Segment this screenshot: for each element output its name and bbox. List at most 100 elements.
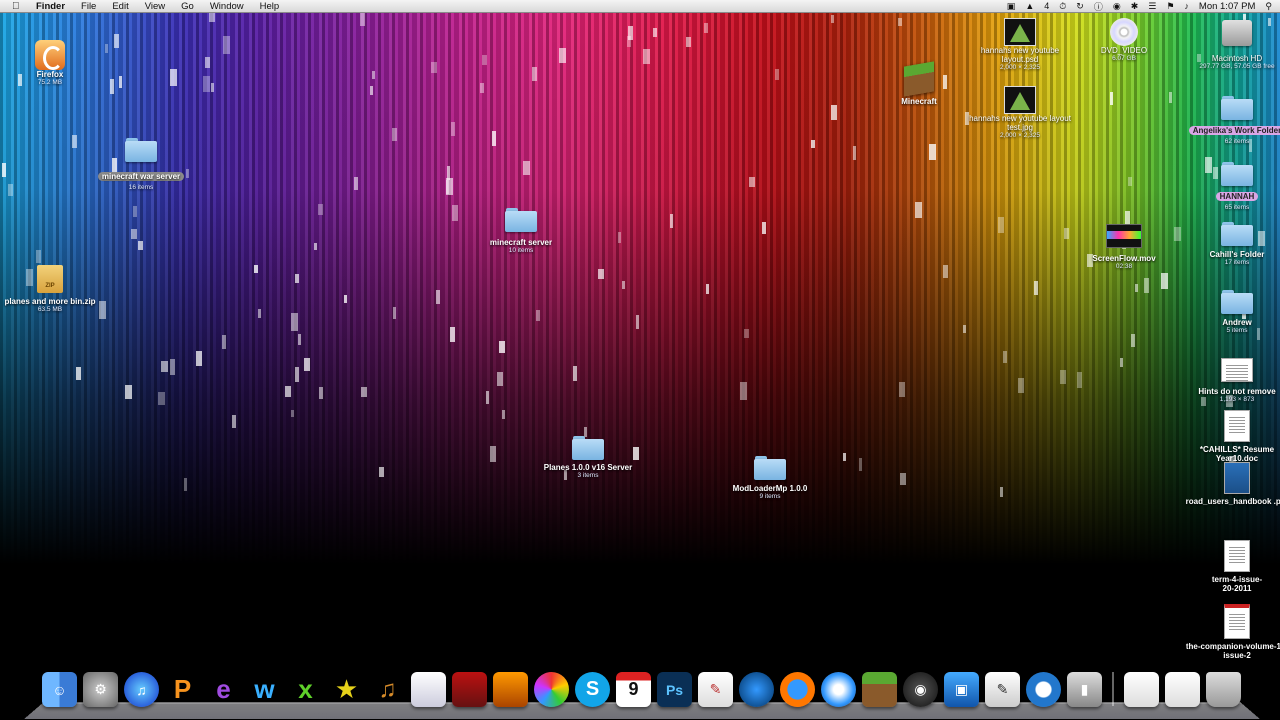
dvd-disc-icon [1110, 18, 1138, 46]
menu-file[interactable]: File [81, 1, 96, 12]
wallpaper-sparkle [643, 49, 650, 64]
garageband-icon[interactable]: ♫ [370, 672, 405, 707]
e-app-icon[interactable]: e [206, 672, 241, 707]
wallpaper-sparkle [203, 76, 210, 92]
desktop-folder-modloader[interactable]: ModLoaderMp 1.0.0 9 items [715, 456, 825, 501]
menu-clock[interactable]: Mon 1:07 PM [1199, 1, 1256, 12]
desktop-file-screenflow[interactable]: ScreenFlow.mov 02:38 [1069, 224, 1179, 271]
wallpaper-sparkle [559, 48, 566, 63]
dashboard-icon[interactable]: ◉ [903, 672, 938, 707]
desktop-folder-planes-server[interactable]: Planes 1.0.0 v16 Server 3 items [533, 436, 643, 480]
desktop-file-layout-psd[interactable]: hannahs new youtube layout.psd 2,000 × 2… [965, 18, 1075, 72]
pdf-document-icon [1224, 462, 1250, 494]
desktop-file-road-users[interactable]: road_users_handbook .pdf [1182, 462, 1280, 506]
wallpaper-sparkle [740, 382, 747, 400]
desktop-file-term4[interactable]: term-4-issue-20-2011 [1182, 540, 1280, 593]
zip-archive-icon: ZIP [37, 265, 63, 293]
wallpaper-sparkle [318, 204, 323, 215]
x-app-icon[interactable]: x [288, 672, 323, 707]
time-machine-icon[interactable]: ⏱ [1059, 1, 1066, 12]
wallpaper-sparkle [138, 241, 143, 250]
itunes-icon[interactable]: ♫ [124, 672, 159, 707]
wallpaper-sparkle [686, 37, 691, 47]
bluetooth-icon[interactable]: ✱ [1131, 1, 1139, 12]
menu-window[interactable]: Window [210, 1, 244, 12]
safari-icon[interactable]: ✦ [821, 672, 856, 707]
desktop-icon-firefox[interactable]: Firefox 75.2 MB [0, 40, 105, 87]
desktop-folder-hannah[interactable]: HANNAH 65 items [1182, 162, 1280, 212]
firefox-icon[interactable] [780, 672, 815, 707]
desktop-file-resume[interactable]: *CAHILLS* Resume Year10.doc [1182, 410, 1280, 463]
desktop-file-layout-jpg[interactable]: hannahs new youtube layout test.jpg 2,00… [965, 86, 1075, 140]
w-app-icon[interactable]: w [247, 672, 282, 707]
wallpaper-sparkle [254, 265, 258, 273]
imovie-icon[interactable]: ★ [329, 672, 364, 707]
photo-booth-icon[interactable] [452, 672, 487, 707]
menu-view[interactable]: View [145, 1, 165, 12]
wallpaper-sparkle [831, 105, 837, 120]
system-preferences-icon[interactable]: ⚙ [83, 672, 118, 707]
preview-icon[interactable] [411, 672, 446, 707]
screen-icon[interactable]: ▣ [1007, 1, 1016, 12]
wallpaper-sparkle [170, 359, 175, 375]
adobe-icon[interactable]: ▲ [1025, 1, 1034, 11]
trash-icon[interactable] [1206, 672, 1241, 707]
picasa-icon[interactable] [534, 672, 569, 707]
word-document-icon [1224, 410, 1250, 442]
pages-icon[interactable]: P [165, 672, 200, 707]
volume-icon[interactable]: ◉ [1113, 1, 1121, 12]
clapper-icon[interactable]: ▮ [1067, 672, 1102, 707]
wallpaper-sparkle [131, 229, 137, 239]
wallpaper-sparkle [943, 265, 948, 278]
wallpaper-sparkle [1135, 284, 1138, 292]
wallpaper-sparkle [1110, 92, 1113, 105]
skype-icon[interactable]: S [575, 672, 610, 707]
desktop-folder-cahill[interactable]: Cahill's Folder 17 items [1182, 222, 1280, 267]
downloads-stack-icon[interactable] [1124, 672, 1159, 707]
desktop-disk-macintosh-hd[interactable]: Macintosh HD 297.77 GB, 57.05 GB free [1182, 20, 1280, 71]
menu-edit[interactable]: Edit [112, 1, 128, 12]
google-earth-icon[interactable] [739, 672, 774, 707]
apple-menu-icon[interactable]:  [12, 1, 24, 12]
desktop-folder-minecraft-war-server[interactable]: minecraft war server 16 items [86, 138, 196, 192]
desktop-folder-andrew[interactable]: Andrew 5 items [1182, 290, 1280, 335]
wallpaper-sparkle [502, 410, 505, 419]
menu-app-finder[interactable]: Finder [36, 1, 65, 12]
wallpaper-sparkle [963, 325, 966, 333]
wallpaper-sparkle [1120, 358, 1123, 367]
spotlight-icon[interactable]: ⚲ [1265, 1, 1272, 12]
desktop-file-planes-zip[interactable]: ZIP planes and more bin.zip 63.5 MB [0, 265, 105, 314]
minecraft-icon[interactable] [862, 672, 897, 707]
finder-icon[interactable]: ☺ [42, 672, 77, 707]
documents-stack-icon[interactable] [1165, 672, 1200, 707]
photoshop-icon[interactable]: Ps [657, 672, 692, 707]
menu-help[interactable]: Help [260, 1, 280, 12]
menu-go[interactable]: Go [181, 1, 194, 12]
desktop-folder-angelika[interactable]: Angelika's Work Folder 62 items [1182, 96, 1280, 146]
wifi-icon[interactable]: ☰ [1148, 1, 1156, 12]
screen-sharing-icon[interactable]: ▣ [944, 672, 979, 707]
flag-icon[interactable]: ⚑ [1166, 1, 1174, 12]
sync-icon[interactable]: ↻ [1076, 1, 1084, 12]
desktop-app-minecraft[interactable]: Minecraft [864, 61, 974, 106]
script-editor-icon[interactable]: ✎ [985, 672, 1020, 707]
wallpaper-sparkle [775, 69, 779, 80]
folder-icon [754, 456, 786, 480]
textedit-icon[interactable]: ✎ [698, 672, 733, 707]
wallpaper-sparkle [1125, 211, 1130, 225]
wallpaper-sparkle [618, 232, 621, 243]
wallpaper-sparkle [295, 367, 299, 382]
desktop-file-hints[interactable]: Hints do not remove 1,193 × 873 [1182, 358, 1280, 404]
desktop-wallpaper [0, 12, 1280, 720]
info-icon[interactable]: ⓘ [1094, 0, 1103, 13]
desktop-file-companion[interactable]: the-companion-volume-13-issue-2 [1182, 604, 1280, 660]
desktop-disk-dvd[interactable]: DVD_VIDEO 6.07 GB [1069, 18, 1179, 63]
desktop-folder-minecraft-server[interactable]: minecraft server 10 items [466, 208, 576, 255]
wallpaper-sparkle [853, 146, 856, 160]
sound-icon[interactable]: ♪ [1184, 1, 1189, 11]
quicktime-icon[interactable] [1026, 672, 1061, 707]
ical-icon[interactable]: 9 [616, 672, 651, 707]
wallpaper-sparkle [482, 55, 487, 65]
iphoto-icon[interactable] [493, 672, 528, 707]
wallpaper-sparkle [360, 12, 365, 26]
